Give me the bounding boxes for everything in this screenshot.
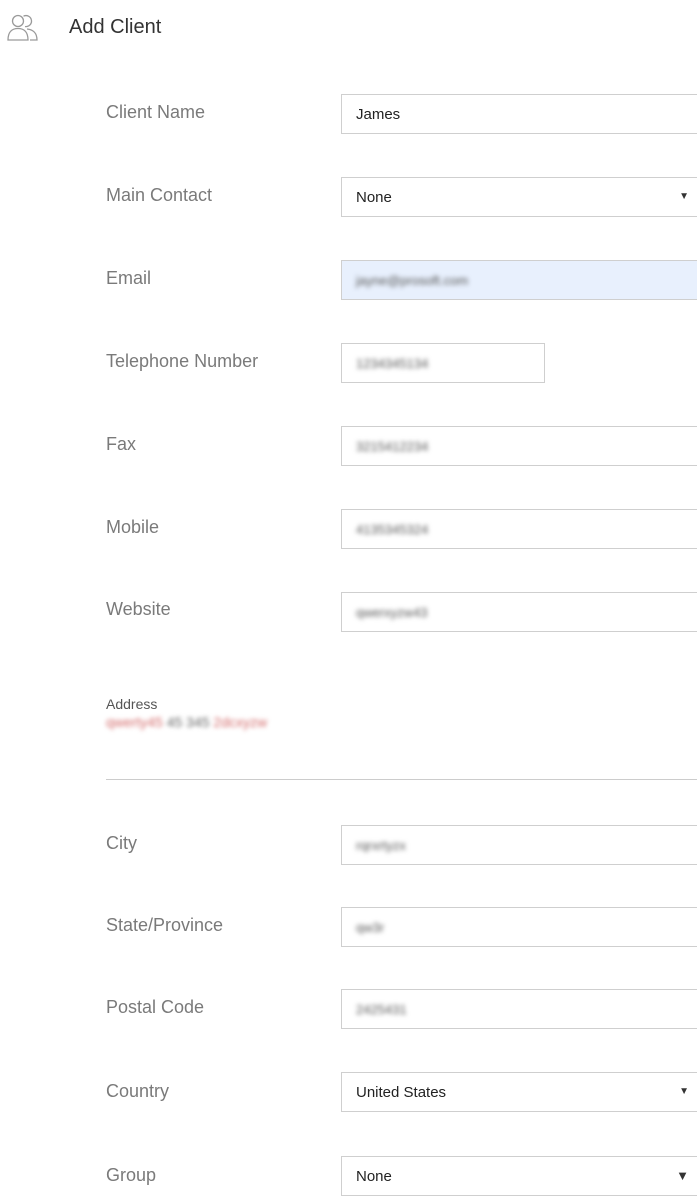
postal-code-label: Postal Code xyxy=(106,997,205,1017)
telephone-value: 1234345134 xyxy=(356,356,429,371)
address-value[interactable]: qwerty45 45 345 2dcxyzw xyxy=(106,714,267,730)
postal-code-input[interactable]: 2425431 xyxy=(341,989,697,1029)
fax-input[interactable]: 3215412234 xyxy=(341,426,697,466)
main-contact-value: None xyxy=(356,189,392,206)
main-contact-label: Main Contact xyxy=(106,185,213,205)
country-select[interactable]: United States ▼ xyxy=(341,1072,697,1112)
chevron-down-icon: ▼ xyxy=(679,191,689,202)
city-label: City xyxy=(106,833,137,853)
page-title: Add Client xyxy=(69,16,162,38)
mobile-input[interactable]: 4135345324 xyxy=(341,509,697,549)
postal-code-value: 2425431 xyxy=(356,1002,407,1017)
address-line-part: 45 345 xyxy=(166,714,210,730)
website-input[interactable]: qwerxyzw43 xyxy=(341,592,697,632)
state-input[interactable]: qw3r xyxy=(341,907,697,947)
users-icon xyxy=(6,12,42,44)
website-label: Website xyxy=(106,599,171,619)
group-label: Group xyxy=(106,1165,157,1185)
fax-value: 3215412234 xyxy=(356,439,429,454)
email-field[interactable]: jayne@prosoft.com xyxy=(341,260,697,300)
address-line-part: 2dcxyzw xyxy=(213,714,268,730)
group-value: None xyxy=(356,1168,392,1185)
country-value: United States xyxy=(356,1084,447,1101)
section-divider xyxy=(106,779,697,780)
fax-label: Fax xyxy=(106,434,137,454)
mobile-label: Mobile xyxy=(106,517,160,537)
mobile-value: 4135345324 xyxy=(356,522,429,537)
email-label: Email xyxy=(106,268,152,288)
telephone-label: Telephone Number xyxy=(106,351,259,371)
country-label: Country xyxy=(106,1081,170,1101)
chevron-down-icon: ▼ xyxy=(676,1168,689,1183)
address-line-part: qwerty45 xyxy=(106,714,163,730)
group-select[interactable]: None ▼ xyxy=(341,1156,697,1196)
page-header: Add Client xyxy=(0,0,697,56)
address-label: Address xyxy=(106,696,158,712)
state-value: qw3r xyxy=(356,920,385,935)
client-name-label: Client Name xyxy=(106,102,206,122)
main-contact-select[interactable]: None ▼ xyxy=(341,177,697,217)
chevron-down-icon: ▼ xyxy=(679,1086,689,1097)
state-label: State/Province xyxy=(106,915,224,935)
city-value: rqrxrtyzx xyxy=(356,838,406,853)
telephone-input[interactable]: 1234345134 xyxy=(341,343,545,383)
city-input[interactable]: rqrxrtyzx xyxy=(341,825,697,865)
email-value: jayne@prosoft.com xyxy=(356,273,469,288)
website-value: qwerxyzw43 xyxy=(356,605,428,620)
client-name-input[interactable]: James xyxy=(341,94,697,134)
client-name-value: James xyxy=(356,106,401,123)
